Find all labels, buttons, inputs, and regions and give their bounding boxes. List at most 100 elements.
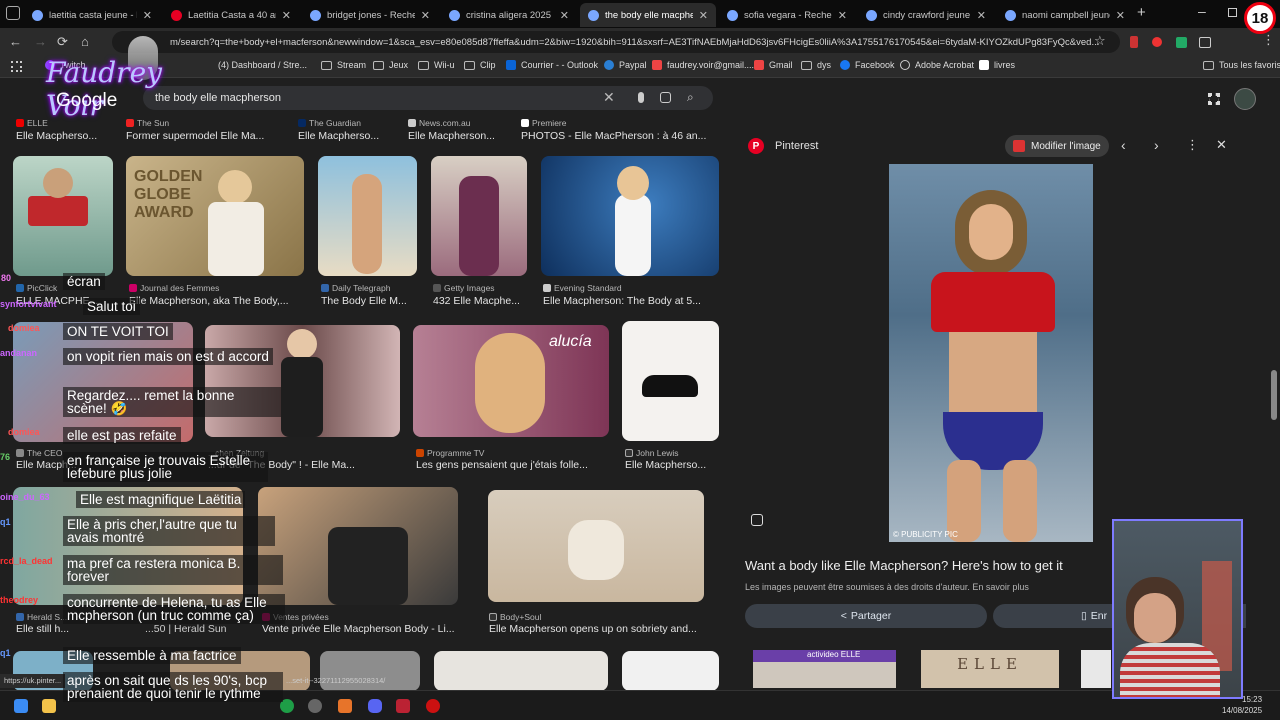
tab-2[interactable]: bridget jones - Recherche ✕ — [302, 3, 438, 27]
bookmark-gmail-address[interactable]: faudrey.voir@gmail.... — [652, 60, 754, 70]
prev-icon[interactable]: ‹ — [1121, 137, 1126, 153]
tab-3[interactable]: cristina aligera 2025 - Rec ✕ — [441, 3, 577, 27]
apps-icon[interactable] — [11, 61, 22, 72]
result-title[interactable]: Elle still h... — [16, 623, 76, 635]
result-title[interactable]: 432 Elle Macphe... — [433, 295, 529, 307]
tab-0[interactable]: laetitia casta jeune - Rech ✕ — [24, 3, 160, 27]
tab-close-icon[interactable]: ✕ — [699, 9, 708, 22]
app-icon[interactable] — [396, 699, 410, 713]
tab-6[interactable]: cindy crawford jeune - Re ✕ — [858, 3, 994, 27]
tab-close-icon[interactable]: ✕ — [143, 9, 152, 22]
search-icon[interactable]: ⌕ — [687, 90, 694, 105]
tab-1[interactable]: Laetitia Casta a 40 ans : ✕ — [163, 3, 299, 27]
extension-icon[interactable] — [1176, 37, 1187, 48]
bookmark-facebook[interactable]: Facebook — [840, 60, 895, 70]
tab-close-icon[interactable]: ✕ — [838, 9, 847, 22]
result-image[interactable] — [622, 651, 719, 691]
result-title[interactable]: Elle Macpherso... — [16, 130, 116, 142]
learn-more-link[interactable]: En savoir plus — [972, 582, 1029, 592]
result-image[interactable] — [431, 156, 527, 276]
bookmark-outlook[interactable]: Courrier - - Outlook — [506, 60, 598, 70]
result-title[interactable]: Elle Macpherson opens up on sobriety and… — [489, 623, 719, 635]
app-icon[interactable] — [338, 699, 352, 713]
result-title[interactable]: Vente privée Elle Macpherson Body - Li..… — [262, 623, 474, 635]
related-image[interactable]: ELLE — [921, 650, 1059, 688]
preview-source[interactable]: Pinterest — [775, 140, 818, 152]
google-apps-icon[interactable] — [1208, 93, 1220, 105]
record-icon[interactable] — [426, 699, 440, 713]
bookmark-dashboard[interactable]: (4) Dashboard / Stre... — [218, 60, 307, 70]
result-image[interactable] — [622, 321, 719, 441]
start-icon[interactable] — [14, 699, 28, 713]
related-image[interactable]: activideo ELLE — [753, 650, 896, 688]
result-image[interactable] — [13, 322, 193, 442]
extension-icon[interactable] — [1130, 36, 1138, 48]
bookmark-livres[interactable]: livres — [979, 60, 1015, 70]
result-title[interactable]: Les gens pensaient que j'étais folle... — [416, 459, 610, 471]
result-title[interactable]: Elle Macpherson: The Body at 5... — [543, 295, 719, 307]
preview-image[interactable]: © PUBLICITY PIC — [889, 164, 1093, 542]
bookmark-jeux[interactable]: Jeux — [373, 60, 408, 70]
tab-search-icon[interactable] — [6, 6, 20, 20]
tab-close-icon[interactable]: ✕ — [1116, 9, 1125, 22]
result-image[interactable] — [488, 490, 704, 602]
more-icon[interactable]: ⋮ — [1186, 137, 1199, 153]
back-icon[interactable]: ← — [9, 34, 22, 49]
bookmark-clip[interactable]: Clip — [464, 60, 496, 70]
bookmark-all[interactable]: Tous les favoris — [1203, 60, 1280, 70]
url-bar[interactable]: m/search?q=the+body+el+macferson&newwind… — [112, 31, 1120, 53]
window-restore-button[interactable] — [1228, 8, 1237, 17]
new-tab-button[interactable]: + — [1137, 4, 1146, 21]
result-title[interactable]: Elle Macpherson... — [408, 130, 508, 142]
bookmark-gmail[interactable]: Gmail — [754, 60, 793, 70]
result-title[interactable]: Former supermodel Elle Ma... — [126, 130, 286, 142]
bookmark-wiiu[interactable]: Wii-u — [418, 60, 455, 70]
close-icon[interactable]: ✕ — [1216, 137, 1227, 153]
clear-icon[interactable]: ✕ — [603, 89, 615, 106]
result-title[interactable]: The Body Elle M... — [321, 295, 417, 307]
result-image[interactable] — [541, 156, 719, 276]
result-image[interactable]: GOLDEN GLOBE AWARD — [126, 156, 304, 276]
tab-7[interactable]: naomi campbell jeune - R ✕ — [997, 3, 1133, 27]
result-title[interactable]: Elle Macpherson, aka The Body,... — [129, 295, 301, 307]
result-image[interactable] — [318, 156, 417, 276]
result-image[interactable] — [434, 651, 608, 691]
extension-icon[interactable] — [1152, 37, 1162, 47]
related-image[interactable] — [1081, 650, 1111, 688]
tab-close-icon[interactable]: ✕ — [977, 9, 986, 22]
tab-close-icon[interactable]: ✕ — [421, 9, 430, 22]
google-logo[interactable]: Google — [56, 90, 117, 112]
account-avatar[interactable] — [1234, 88, 1256, 110]
obs-icon[interactable] — [308, 699, 322, 713]
result-image[interactable] — [258, 487, 458, 605]
result-image[interactable]: alucía — [413, 325, 609, 437]
window-minimize-button[interactable]: – — [1198, 3, 1206, 19]
extensions-puzzle-icon[interactable] — [1199, 37, 1211, 48]
bookmark-stream[interactable]: Stream — [321, 60, 366, 70]
result-title[interactable]: Elle Macpherso... — [625, 459, 721, 471]
search-input[interactable]: the body elle macpherson ✕ ⌕ — [143, 86, 713, 110]
tab-close-icon[interactable]: ✕ — [282, 9, 291, 22]
lens-search-icon[interactable] — [751, 514, 763, 526]
menu-icon[interactable]: ⋮ — [1262, 32, 1275, 48]
share-button[interactable]: < Partager — [745, 604, 987, 628]
bookmark-star-icon[interactable]: ☆ — [1094, 33, 1106, 49]
tab-close-icon[interactable]: ✕ — [560, 9, 569, 22]
tab-5[interactable]: sofia vegara - Recherche ✕ — [719, 3, 855, 27]
mic-icon[interactable] — [638, 92, 644, 103]
result-image[interactable] — [13, 156, 113, 276]
discord-icon[interactable] — [368, 699, 382, 713]
modify-image-button[interactable]: Modifier l'image — [1005, 135, 1109, 157]
bookmark-paypal[interactable]: Paypal — [604, 60, 647, 70]
result-title[interactable]: PHOTOS - Elle MacPherson : à 46 an... — [521, 130, 721, 142]
bookmark-acrobat[interactable]: Adobe Acrobat — [900, 60, 974, 70]
tab-4[interactable]: the body elle macpherson ✕ — [580, 3, 716, 27]
bookmark-dys[interactable]: dys — [801, 60, 831, 70]
next-icon[interactable]: › — [1154, 137, 1159, 153]
result-title[interactable]: ...50 | Herald Sun — [145, 623, 245, 635]
preview-title[interactable]: Want a body like Elle Macpherson? Here's… — [745, 558, 1063, 573]
scrollbar[interactable] — [1271, 370, 1277, 420]
result-image[interactable] — [320, 651, 420, 691]
file-explorer-icon[interactable] — [42, 699, 56, 713]
result-image[interactable] — [205, 325, 400, 437]
